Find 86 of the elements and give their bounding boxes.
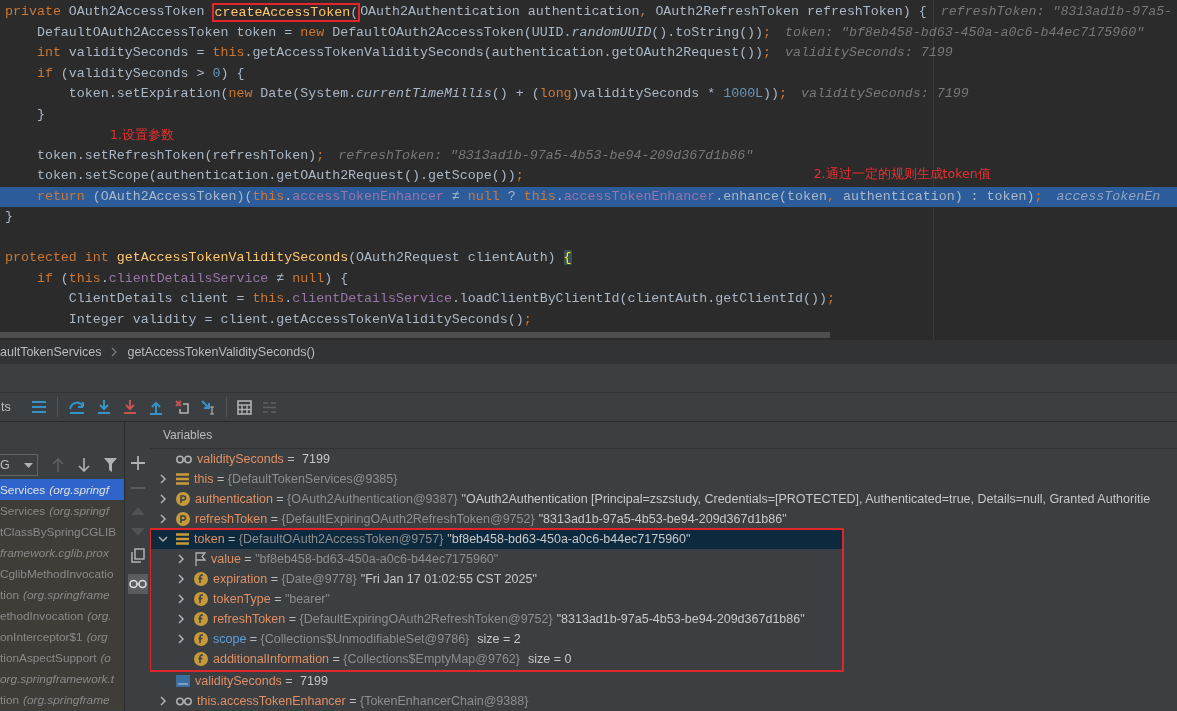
stack-frame[interactable]: framework.cglib.prox (0, 542, 124, 563)
variable-entry: validitySeconds = 7199 (195, 674, 328, 688)
variable-entry: this = {DefaultTokenServices@9385} (194, 472, 398, 486)
annotation-box: createAccessToken( (212, 2, 361, 22)
code-text: Integer validity = client.getAccessTokenValiditySeconds(); (67, 310, 532, 329)
inline-value-hint: token: "bf8eb458-bd63-450a-a0c6-b44ec7175960" (785, 23, 1145, 42)
code-text: if (this.clientDetailsService ≠ null) { (35, 269, 349, 288)
code-text: OAuth2Authentication authentication, OAuth2RefreshToken refreshToken) { (360, 3, 927, 21)
flag-icon (194, 552, 206, 566)
step-out-icon[interactable] (147, 399, 164, 415)
chevron-right-icon (111, 347, 118, 357)
variable-row[interactable]: token = {DefaultOAuth2AccessToken@9757} "bf8eb458-bd63-450a-a0c6-b44ec7175960" (150, 529, 843, 549)
list-icon[interactable] (30, 400, 47, 414)
code-text: } (5, 208, 13, 226)
variable-entry: token = {DefaultOAuth2AccessToken@9757} "bf8eb458-bd63-450a-a0c6-b44ec7175960" (194, 532, 691, 546)
stacked-lines-icon (176, 473, 189, 485)
code-text: token.setExpiration(new Date(System.currentTimeMillis() + (long)validitySeconds * 1000L)); (67, 85, 788, 103)
inline-value-hint: validitySeconds: 7199 (785, 44, 953, 62)
variable-entry: authentication = {OAuth2Authentication@9387} "OAuth2Authentication [Principal=zszstudy, Credentials=[PROTECTED], Authenticated=true, Details=null, Granted Authoritie (195, 492, 1151, 506)
chevron-down-icon[interactable] (158, 534, 168, 544)
field-icon (194, 612, 208, 626)
primitive-icon (176, 675, 190, 687)
glasses-icon (176, 454, 192, 464)
code-text: protected int getAccessTokenValiditySeconds(OAuth2Request clientAuth) { (5, 249, 572, 267)
run-to-cursor-icon[interactable] (199, 399, 216, 415)
variable-entry: expiration = {Date@9778} "Fri Jan 17 01:02:55 CST 2025" (213, 572, 537, 586)
stack-frame[interactable]: tClassBySpringCGLIB (0, 521, 124, 542)
variable-entry: tokenType = "bearer" (213, 592, 330, 606)
copy-icon[interactable] (130, 548, 145, 563)
field-icon (194, 652, 208, 666)
code-text: return (OAuth2AccessToken)(this.accessTokenEnhancer ≠ null ? this.accessTokenEnhancer.enhance(token, authentication) : token); (35, 187, 1043, 206)
calculator-icon[interactable] (236, 399, 252, 415)
breadcrumb-item[interactable]: aultTokenServices (0, 345, 102, 359)
field-icon (194, 592, 208, 606)
variable-entry: refreshToken = {DefaultExpiringOAuth2RefreshToken@9752} "8313ad1b-97a5-4b53-be94-209d367d1b86" (213, 612, 805, 626)
horizontal-scrollbar[interactable] (0, 332, 830, 338)
step-over-icon[interactable] (67, 399, 86, 415)
thread-dropdown[interactable]: G (0, 454, 38, 476)
chevron-right-icon[interactable] (158, 696, 168, 706)
code-text: DefaultOAuth2AccessToken token = new DefaultOAuth2AccessToken(UUID.randomUUID().toString()); (35, 23, 772, 42)
stack-frame[interactable]: ethodInvocation (org. (0, 605, 124, 626)
force-step-into-icon[interactable] (121, 399, 138, 415)
parameter-icon (176, 492, 190, 506)
parameter-icon (176, 512, 190, 526)
glasses-icon (176, 696, 192, 706)
stack-frame[interactable]: onInterceptor$1 (org (0, 626, 124, 647)
inline-value-hint: refreshToken: "8313ad1b-97a5- (940, 3, 1173, 21)
variable-entry: refreshToken = {DefaultExpiringOAuth2RefreshToken@9752} "8313ad1b-97a5-4b53-be94-209d367d1b86" (195, 512, 787, 526)
step-into-icon[interactable] (95, 399, 112, 415)
variable-entry: additionalInformation = {Collections$EmptyMap@9762} size = 0 (213, 652, 572, 666)
annotation-text: 1.设置参数 (110, 126, 174, 144)
code-text: private OAuth2AccessToken (5, 3, 206, 21)
inline-value-hint: accessTokenEn (1056, 187, 1161, 206)
inline-value-hint: validitySeconds: 7199 (801, 85, 969, 103)
field-icon (194, 572, 208, 586)
arrow-down-icon[interactable] (78, 458, 90, 472)
code-text: if (validitySeconds > 0) { (35, 64, 245, 83)
stacked-lines-icon (176, 533, 189, 545)
code-text: } (35, 105, 45, 124)
stack-frame[interactable]: CglibMethodInvocatio (0, 563, 124, 584)
tab[interactable]: ts (1, 400, 11, 414)
stack-frame[interactable]: org.springframework.t (0, 668, 124, 689)
stack-frame[interactable]: Services (org.springf (0, 479, 124, 500)
panel-title: Variables (163, 428, 213, 442)
stack-frame[interactable]: tionAspectSupport (o (0, 647, 124, 668)
stack-frame[interactable]: Services (org.springf (0, 500, 124, 521)
variable-entry: validitySeconds = 7199 (197, 452, 330, 466)
variable-entry: scope = {Collections$UnmodifiableSet@9786} size = 2 (213, 632, 521, 646)
code-text: token.setScope(authentication.getOAuth2Request().getScope()); (35, 167, 524, 185)
caret-down-icon (24, 462, 33, 468)
variable-entry: value = "bf8eb458-bd63-450a-a0c6-b44ec7175960" (211, 552, 499, 566)
stack-frame[interactable]: tion (org.springframe (0, 584, 124, 605)
breadcrumb-item[interactable]: getAccessTokenValiditySeconds() (127, 345, 315, 359)
field-icon (194, 632, 208, 646)
filter-icon[interactable] (104, 458, 117, 472)
drop-frame-icon[interactable] (173, 399, 190, 415)
code-text: ClientDetails client = this.clientDetailsService.loadClientByClientId(clientAuth.getClientId()); (67, 290, 835, 308)
variable-entry: this.accessTokenEnhancer = {TokenEnhancerChain@9388} (197, 694, 529, 708)
inline-value-hint: refreshToken: "8313ad1b-97a5-4b53-be94-209d367d1b86" (338, 146, 754, 165)
code-text: token.setRefreshToken(refreshToken); (35, 146, 325, 165)
code-text: int validitySeconds = this.getAccessTokenValiditySeconds(authentication.getOAuth2Request()); (35, 44, 772, 62)
glasses-icon (128, 579, 147, 589)
stack-frame[interactable]: tion (org.springframe (0, 689, 124, 710)
add-icon[interactable] (130, 456, 145, 470)
watches-toggle[interactable] (127, 574, 148, 594)
annotation-text: 2.通过一定的规则生成token值 (813, 165, 991, 183)
